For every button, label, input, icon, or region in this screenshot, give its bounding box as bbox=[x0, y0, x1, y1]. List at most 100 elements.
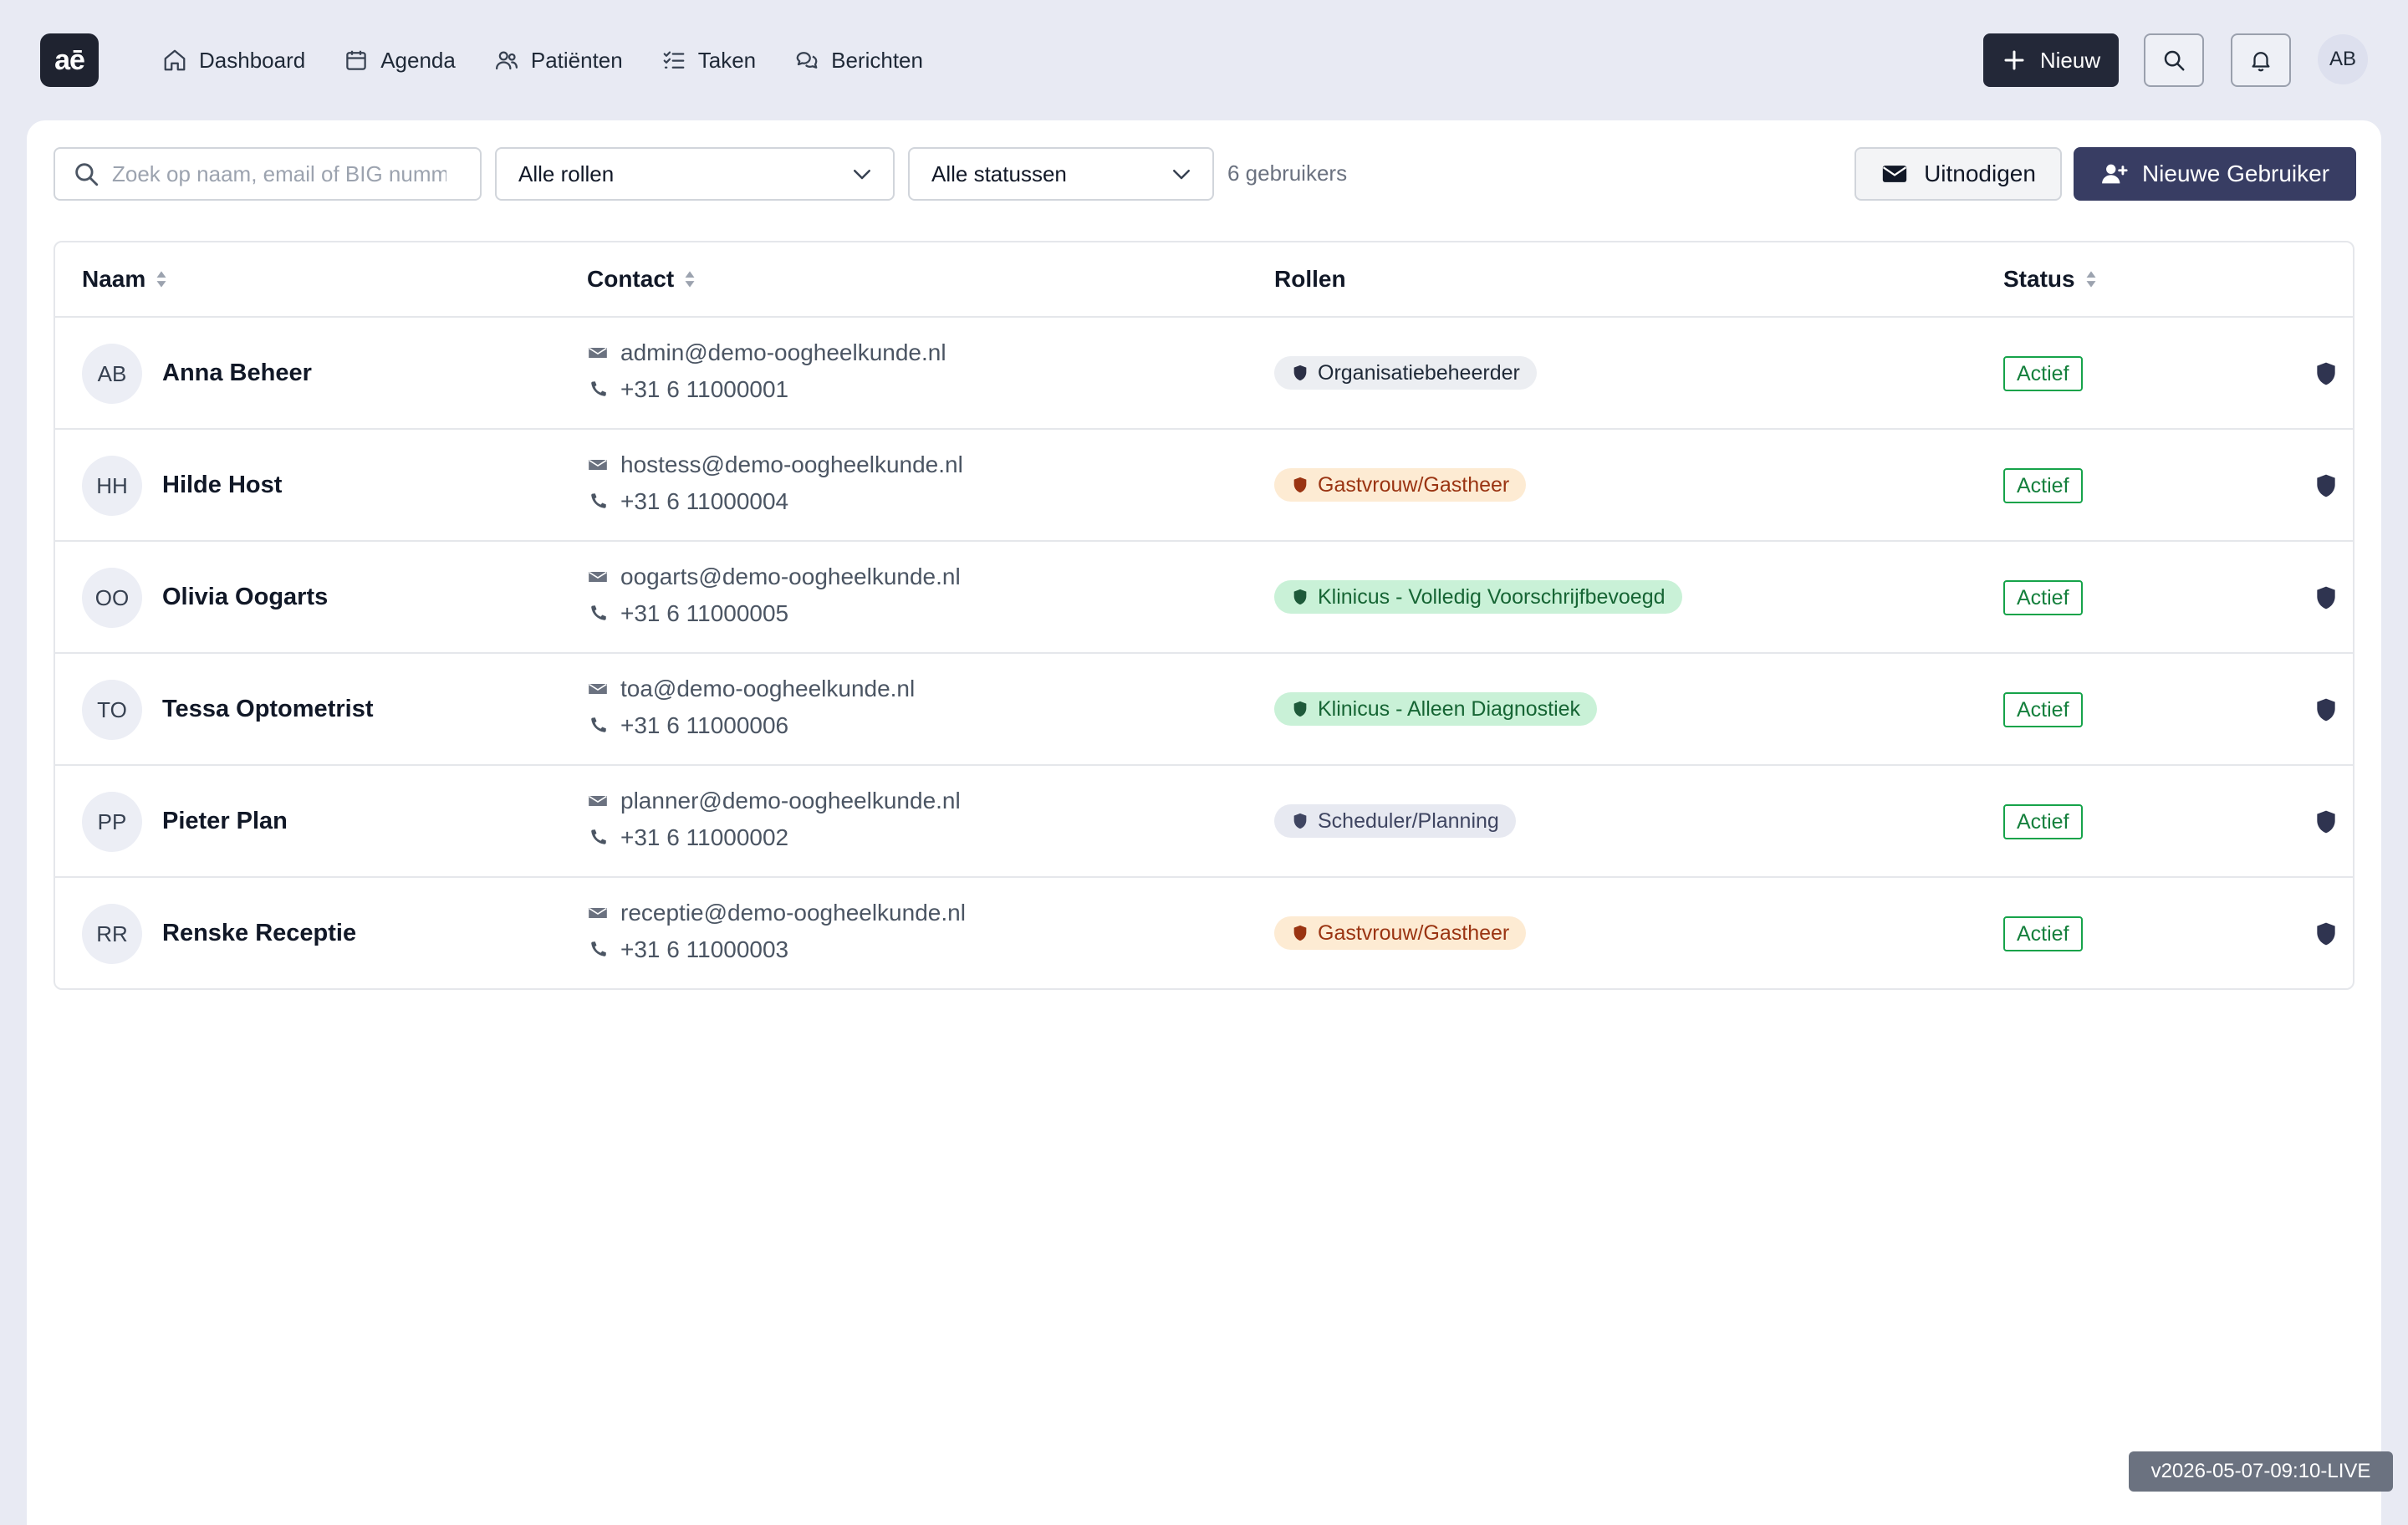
phone-icon bbox=[591, 941, 606, 956]
column-header-name[interactable]: Naam bbox=[82, 266, 169, 293]
table-row[interactable]: RR Renske Receptie receptie@demo-oogheelku… bbox=[55, 878, 2353, 988]
permissions-shield-icon[interactable] bbox=[2313, 584, 2339, 612]
envelope-icon bbox=[589, 347, 607, 358]
email-text: oogarts@demo-oogheelkunde.nl bbox=[620, 564, 961, 589]
shield-icon bbox=[1293, 589, 1307, 605]
search-input[interactable] bbox=[112, 161, 446, 187]
status-badge: Actief bbox=[2003, 916, 2083, 951]
status-badge: Actief bbox=[2003, 692, 2083, 727]
table-body: AB Anna Beheer admin@demo-oogheelkunde.nl +… bbox=[55, 318, 2353, 988]
nav-item-dashboard[interactable]: Dashboard bbox=[162, 48, 305, 74]
contact-phone[interactable]: +31 6 11000006 bbox=[587, 712, 788, 739]
shield-icon bbox=[1293, 477, 1307, 493]
nav-label: Agenda bbox=[380, 47, 456, 73]
user-count: 6 gebruikers bbox=[1227, 161, 1348, 186]
contact-email[interactable]: admin@demo-oogheelkunde.nl bbox=[587, 339, 946, 366]
search-button[interactable] bbox=[2144, 33, 2204, 87]
contact-email[interactable]: receptie@demo-oogheelkunde.nl bbox=[587, 900, 966, 926]
new-button[interactable]: Nieuw bbox=[1983, 33, 2119, 87]
search-icon bbox=[75, 163, 99, 186]
column-header-contact[interactable]: Contact bbox=[587, 266, 697, 293]
plus-icon bbox=[2004, 50, 2024, 70]
search-icon bbox=[2164, 50, 2185, 71]
contact-email[interactable]: planner@demo-oogheelkunde.nl bbox=[587, 788, 961, 814]
user-avatar: OO bbox=[82, 568, 142, 628]
table-row[interactable]: OO Olivia Oogarts oogarts@demo-oogheelkund… bbox=[55, 542, 2353, 654]
role-badge: Scheduler/Planning bbox=[1274, 804, 1516, 838]
contact-email[interactable]: hostess@demo-oogheelkunde.nl bbox=[587, 451, 963, 478]
invite-button-label: Uitnodigen bbox=[1924, 161, 2036, 186]
envelope-icon bbox=[589, 571, 607, 582]
contact-email[interactable]: toa@demo-oogheelkunde.nl bbox=[587, 676, 915, 702]
version-badge: v2026-05-07-09:10-LIVE bbox=[2129, 1451, 2393, 1492]
phone-text: +31 6 11000004 bbox=[620, 488, 789, 514]
calendar-icon bbox=[346, 50, 366, 70]
contact-email[interactable]: oogarts@demo-oogheelkunde.nl bbox=[587, 564, 961, 590]
search-field[interactable] bbox=[54, 147, 482, 201]
phone-icon bbox=[591, 381, 606, 396]
role-badge: Klinicus - Volledig Voorschrijfbevoegd bbox=[1274, 580, 1682, 614]
shield-icon bbox=[1293, 925, 1307, 941]
main-nav: Dashboard Agenda Patiënten Taken Bericht… bbox=[162, 37, 962, 84]
user-name[interactable]: Anna Beheer bbox=[162, 360, 312, 387]
shield-icon bbox=[1293, 701, 1307, 717]
table-row[interactable]: HH Hilde Host hostess@demo-oogheelkunde.nl… bbox=[55, 430, 2353, 542]
phone-icon bbox=[591, 717, 606, 732]
user-name[interactable]: Pieter Plan bbox=[162, 808, 288, 835]
phone-text: +31 6 11000001 bbox=[620, 376, 789, 402]
home-icon bbox=[164, 49, 186, 71]
phone-icon bbox=[591, 605, 606, 620]
envelope-icon bbox=[589, 459, 607, 470]
user-name[interactable]: Tessa Optometrist bbox=[162, 696, 373, 723]
table-row[interactable]: PP Pieter Plan planner@demo-oogheelkunde.n… bbox=[55, 766, 2353, 878]
notifications-button[interactable] bbox=[2231, 33, 2291, 87]
permissions-shield-icon[interactable] bbox=[2313, 808, 2339, 836]
role-label: Organisatiebeheerder bbox=[1318, 360, 1520, 385]
column-header-label: Status bbox=[2003, 266, 2075, 292]
nav-label: Dashboard bbox=[199, 47, 306, 73]
table-row[interactable]: AB Anna Beheer admin@demo-oogheelkunde.nl +… bbox=[55, 318, 2353, 430]
email-text: toa@demo-oogheelkunde.nl bbox=[620, 676, 916, 701]
permissions-shield-icon[interactable] bbox=[2313, 360, 2339, 388]
phone-text: +31 6 11000006 bbox=[620, 712, 789, 738]
status-badge: Actief bbox=[2003, 356, 2083, 391]
contact-phone[interactable]: +31 6 11000001 bbox=[587, 376, 788, 403]
permissions-shield-icon[interactable] bbox=[2313, 920, 2339, 948]
invite-button[interactable]: Uitnodigen bbox=[1854, 147, 2062, 201]
permissions-shield-icon[interactable] bbox=[2313, 696, 2339, 724]
status-filter-select[interactable]: Alle statussen bbox=[908, 147, 1214, 201]
column-header-status[interactable]: Status bbox=[2003, 266, 2099, 293]
table-row[interactable]: TO Tessa Optometrist toa@demo-oogheelkunde… bbox=[55, 654, 2353, 766]
messages-icon bbox=[796, 52, 818, 69]
role-label: Klinicus - Volledig Voorschrijfbevoegd bbox=[1318, 584, 1666, 609]
nav-item-agenda[interactable]: Agenda bbox=[344, 48, 456, 74]
nav-item-taken[interactable]: Taken bbox=[661, 48, 756, 74]
permissions-shield-icon[interactable] bbox=[2313, 472, 2339, 500]
users-table: Naam Contact Rollen Status AB Anna Beheer… bbox=[54, 241, 2354, 990]
role-badge: Gastvrouw/Gastheer bbox=[1274, 468, 1527, 502]
nav-item-patienten[interactable]: Patiënten bbox=[494, 48, 623, 74]
email-text: planner@demo-oogheelkunde.nl bbox=[620, 788, 961, 814]
contact-phone[interactable]: +31 6 11000002 bbox=[587, 824, 788, 851]
contact-phone[interactable]: +31 6 11000004 bbox=[587, 488, 788, 515]
user-name[interactable]: Renske Receptie bbox=[162, 920, 356, 947]
email-text: receptie@demo-oogheelkunde.nl bbox=[620, 900, 966, 926]
user-plus-icon bbox=[2102, 164, 2128, 184]
new-user-button[interactable]: Nieuwe Gebruiker bbox=[2074, 147, 2356, 201]
users-icon bbox=[495, 51, 518, 70]
nav-label: Berichten bbox=[831, 47, 923, 73]
nav-label: Taken bbox=[697, 47, 757, 73]
user-name[interactable]: Hilde Host bbox=[162, 472, 282, 499]
user-avatar[interactable]: AB bbox=[2318, 34, 2368, 84]
role-filter-select[interactable]: Alle rollen bbox=[495, 147, 895, 201]
contact-phone[interactable]: +31 6 11000003 bbox=[587, 936, 788, 963]
contact-phone[interactable]: +31 6 11000005 bbox=[587, 600, 788, 627]
status-filter-value: Alle statussen bbox=[931, 161, 1067, 186]
status-badge: Actief bbox=[2003, 468, 2083, 503]
phone-text: +31 6 11000003 bbox=[620, 936, 789, 962]
app-logo[interactable]: aē bbox=[40, 33, 99, 87]
chevron-down-icon bbox=[1173, 170, 1190, 180]
user-name[interactable]: Olivia Oogarts bbox=[162, 584, 328, 611]
nav-item-berichten[interactable]: Berichten bbox=[794, 48, 923, 74]
role-badge: Gastvrouw/Gastheer bbox=[1274, 916, 1527, 950]
